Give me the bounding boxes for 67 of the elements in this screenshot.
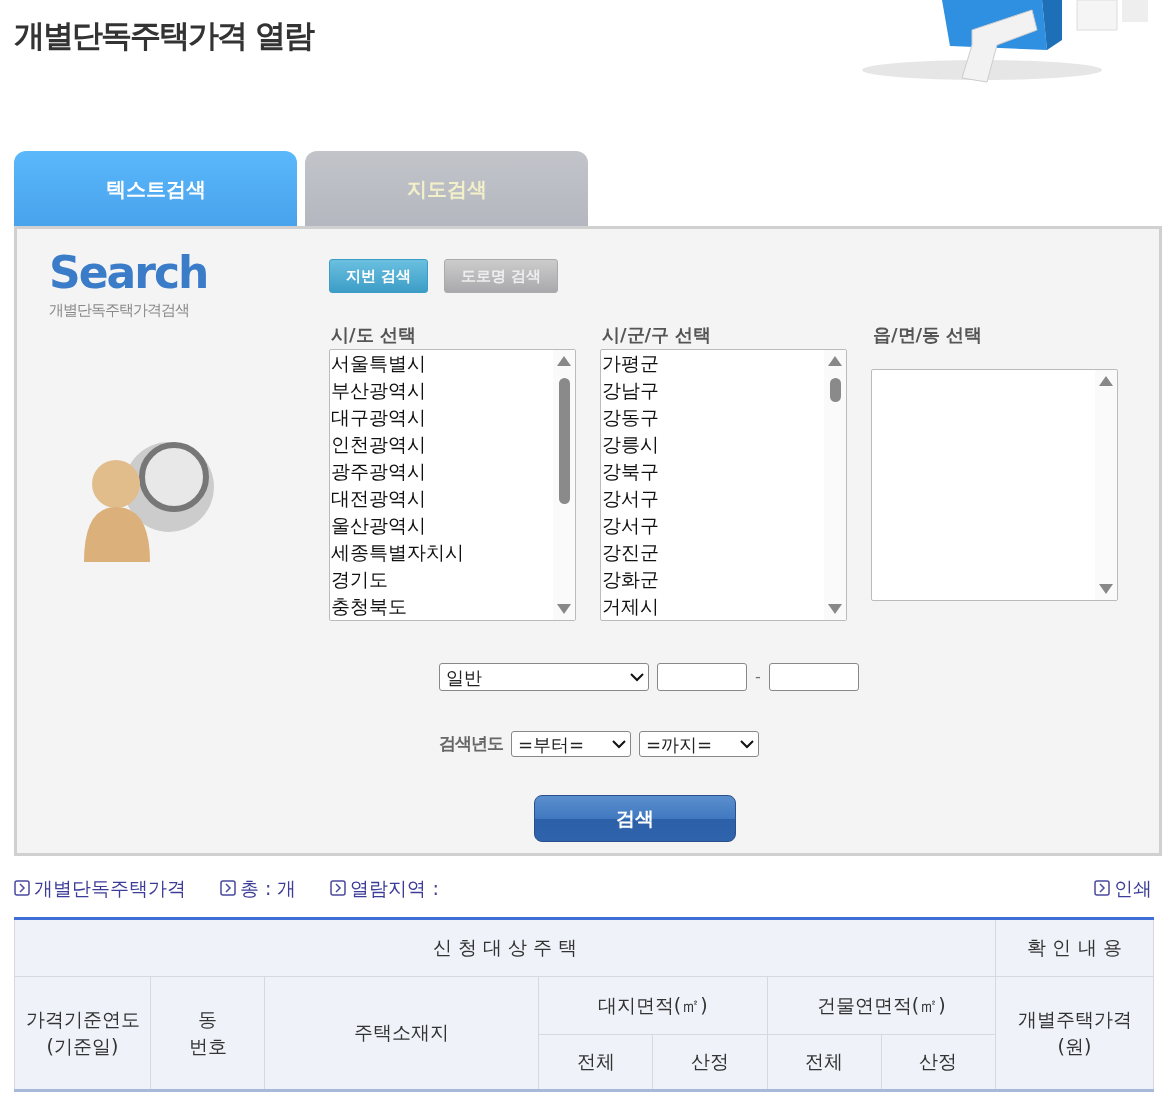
info-link[interactable]: 개별단독주택가격 <box>34 874 186 903</box>
list-option[interactable]: 강진군 <box>602 539 824 566</box>
list-option[interactable]: 강릉시 <box>602 431 824 458</box>
lot-number-field[interactable] <box>768 663 859 691</box>
list-option[interactable]: 인천광역시 <box>331 431 553 458</box>
column-header: 산정 <box>881 1034 996 1090</box>
page-title: 개별단독주택가격 열람 <box>14 16 313 55</box>
chevron-box-icon <box>1094 880 1110 897</box>
column-header: 개별주택가격 (원) <box>995 976 1154 1090</box>
column-header: 건물연면적(㎡) <box>767 976 996 1034</box>
list-option[interactable]: 충청북도 <box>331 593 553 620</box>
lot-number-field[interactable] <box>657 663 747 691</box>
chevron-down-icon <box>630 672 644 682</box>
scroll-up-arrow-icon[interactable] <box>557 356 571 366</box>
list-option[interactable]: 서울특별시 <box>331 350 553 377</box>
list-option[interactable]: 가평군 <box>602 350 824 377</box>
logo-title: Search <box>49 251 209 295</box>
list-option[interactable]: 강화군 <box>602 566 824 593</box>
print-link[interactable]: 인쇄 <box>1114 874 1152 903</box>
scroll-up-arrow-icon[interactable] <box>828 356 842 366</box>
scrollbar-thumb[interactable] <box>830 378 841 402</box>
list-option[interactable]: 부산광역시 <box>331 377 553 404</box>
scroll-down-arrow-icon[interactable] <box>828 604 842 614</box>
list-label: 읍/면/동 선택 <box>872 323 984 347</box>
column-header: 전체 <box>767 1034 882 1090</box>
column-header: 전체 <box>538 1034 653 1090</box>
list-option[interactable]: 강서구 <box>602 485 824 512</box>
list-label: 시/도 선택 <box>330 323 417 347</box>
list-box[interactable]: 서울특별시 부산광역시 대구광역시 인천광역시 광주광역시 대전광역시 울산광역시 세종특별자치시 경기도 충청북도 <box>329 349 576 621</box>
column-header: 대지면적(㎡) <box>538 976 767 1034</box>
chevron-down-icon <box>740 739 754 749</box>
list-option[interactable]: 강남구 <box>602 377 824 404</box>
column-header: 산정 <box>652 1034 767 1090</box>
list-option[interactable]: 강북구 <box>602 458 824 485</box>
list-box[interactable]: 가평군 강남구 강동구 강릉시 강북구 강서구 강서구 강진군 강화군 거제시 <box>600 349 847 621</box>
scroll-up-arrow-icon[interactable] <box>1099 376 1113 386</box>
list-option[interactable]: 세종특별자치시 <box>331 539 553 566</box>
table-group-header: 신 청 대 상 주 택 <box>14 918 996 976</box>
column-header: 동 번호 <box>150 976 265 1090</box>
column-header: 주택소재지 <box>264 976 539 1090</box>
list-option[interactable]: 대구광역시 <box>331 404 553 431</box>
lot-type-select[interactable]: 일반 <box>439 663 649 691</box>
info-link[interactable]: 총 : 개 <box>240 874 297 903</box>
chevron-box-icon <box>220 880 236 897</box>
list-option[interactable]: 강동구 <box>602 404 824 431</box>
scroll-down-arrow-icon[interactable] <box>557 604 571 614</box>
list-option[interactable]: 광주광역시 <box>331 458 553 485</box>
table-group-header: 확 인 내 용 <box>995 918 1154 976</box>
chevron-box-icon <box>330 880 347 897</box>
info-link[interactable]: 열람지역 : <box>350 874 439 903</box>
year-select[interactable]: =까지= <box>639 731 759 757</box>
year-label: 검색년도 <box>439 732 503 756</box>
list-option[interactable]: 경기도 <box>331 566 553 593</box>
scroll-down-arrow-icon[interactable] <box>1099 584 1113 594</box>
search-button[interactable]: 검색 <box>534 795 736 842</box>
list-option[interactable]: 대전광역시 <box>331 485 553 512</box>
chevron-box-icon <box>14 880 30 897</box>
logo-subtitle: 개별단독주택가격검색 <box>49 300 190 321</box>
list-option[interactable]: 강서구 <box>602 512 824 539</box>
chevron-down-icon <box>612 739 626 749</box>
list-option[interactable]: 거제시 <box>602 593 824 620</box>
column-header: 가격기준연도 (기준일) <box>14 976 151 1090</box>
dash-separator: - <box>755 666 761 688</box>
scrollbar-thumb[interactable] <box>559 378 570 504</box>
list-label: 시/군/구 선택 <box>601 323 713 347</box>
year-select[interactable]: =부터= <box>511 731 631 757</box>
list-option[interactable]: 울산광역시 <box>331 512 553 539</box>
